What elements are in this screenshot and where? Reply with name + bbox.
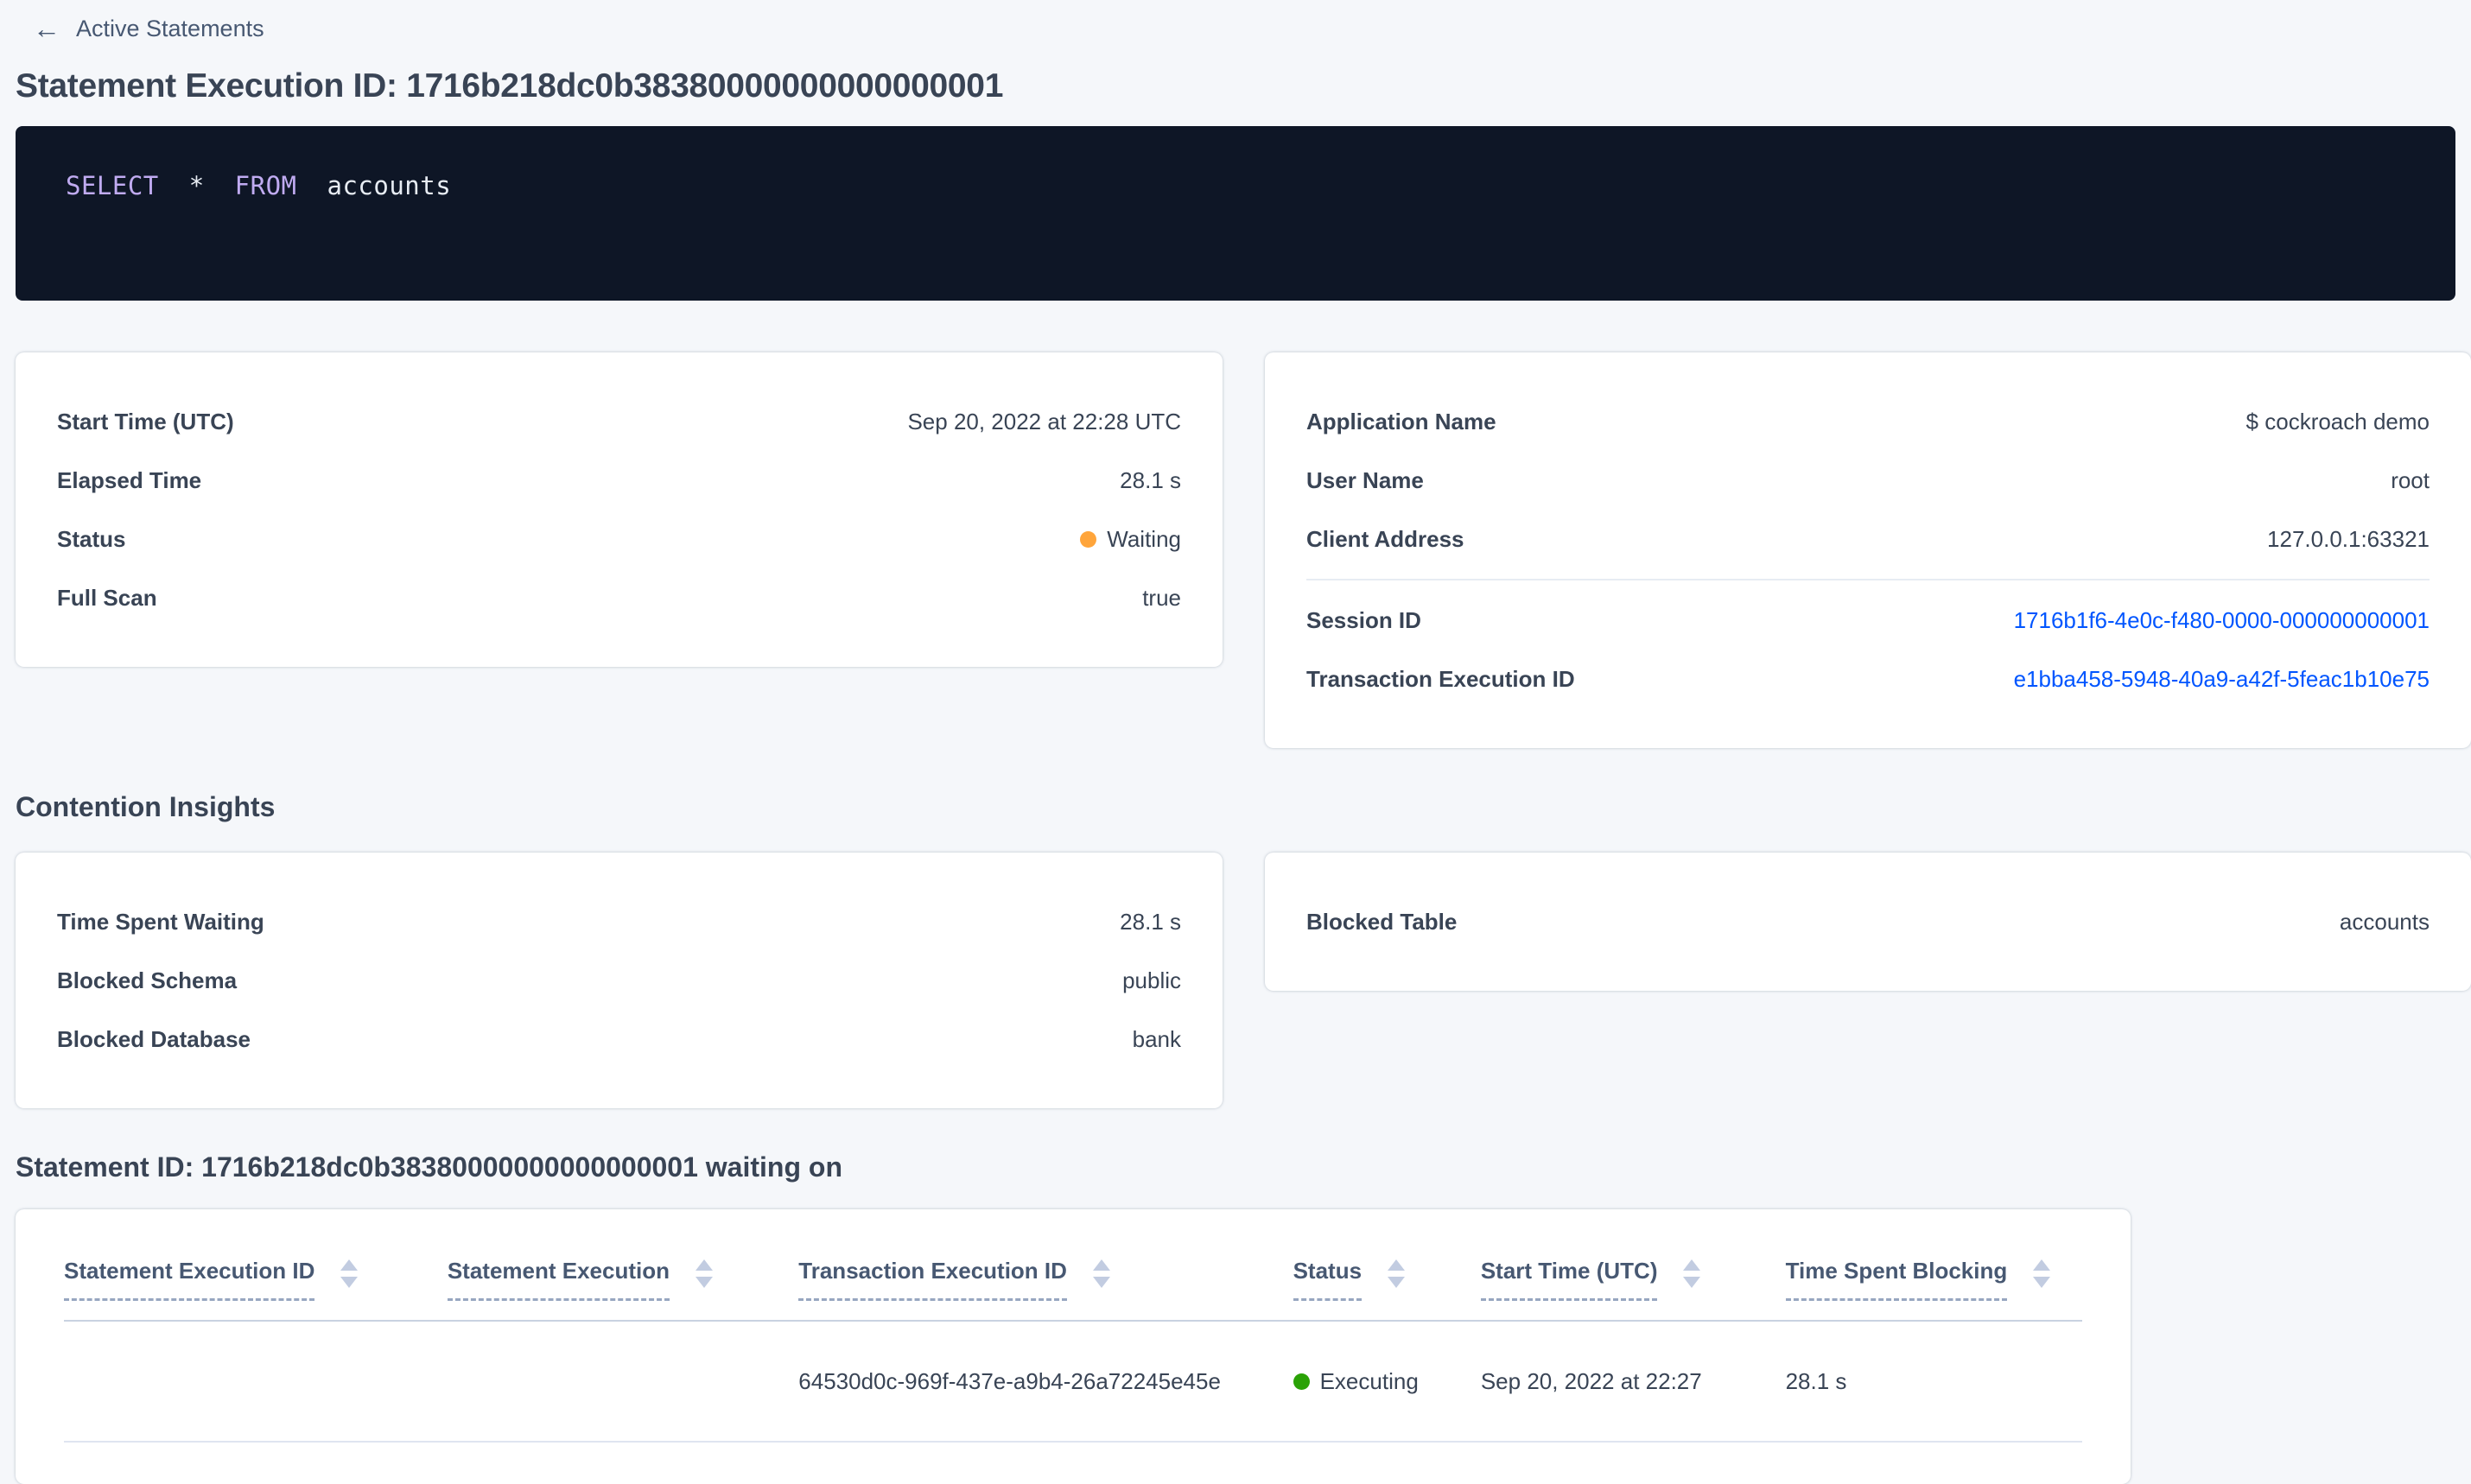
execution-details-card: Start Time (UTC) Sep 20, 2022 at 22:28 U… bbox=[16, 352, 1223, 667]
session-id-row: Session ID 1716b1f6-4e0c-f480-0000-00000… bbox=[1306, 591, 2430, 650]
column-header-start-time[interactable]: Start Time (UTC) bbox=[1480, 1221, 1786, 1322]
column-header-label: Transaction Execution ID bbox=[798, 1258, 1067, 1301]
sort-icon[interactable] bbox=[1388, 1259, 1406, 1288]
transaction-execution-id-row: Transaction Execution ID e1bba458-5948-4… bbox=[1306, 650, 2430, 708]
client-address-label: Client Address bbox=[1306, 525, 1464, 552]
column-header-label: Statement Execution ID bbox=[64, 1258, 315, 1301]
column-header-status[interactable]: Status bbox=[1293, 1221, 1481, 1322]
back-to-active-statements-link[interactable]: ← Active Statements bbox=[33, 9, 264, 48]
cell-statement-execution-id bbox=[64, 1321, 448, 1443]
transaction-execution-id-label: Transaction Execution ID bbox=[1306, 665, 1575, 692]
contention-insights-heading: Contention Insights bbox=[16, 791, 276, 822]
start-time-value: Sep 20, 2022 at 22:28 UTC bbox=[907, 408, 1181, 434]
breadcrumb-label: Active Statements bbox=[76, 15, 264, 41]
blocked-schema-value: public bbox=[1122, 967, 1181, 993]
full-scan-label: Full Scan bbox=[57, 584, 157, 611]
column-header-transaction-execution-id[interactable]: Transaction Execution ID bbox=[798, 1221, 1293, 1322]
transaction-execution-id-link[interactable]: e1bba458-5948-40a9-a42f-5feac1b10e75 bbox=[2014, 666, 2430, 693]
user-name-value: root bbox=[2391, 466, 2430, 493]
time-spent-waiting-label: Time Spent Waiting bbox=[57, 908, 264, 935]
elapsed-time-row: Elapsed Time 28.1 s bbox=[57, 451, 1181, 510]
user-name-row: User Name root bbox=[1306, 451, 2430, 510]
sql-keyword-from: FROM bbox=[234, 171, 297, 200]
blocked-table-value: accounts bbox=[2339, 908, 2430, 935]
session-details-card: Application Name $ cockroach demo User N… bbox=[1265, 352, 2471, 748]
full-scan-value: true bbox=[1142, 584, 1181, 611]
column-header-statement-execution-id[interactable]: Statement Execution ID bbox=[64, 1221, 448, 1322]
sort-icon[interactable] bbox=[696, 1259, 713, 1288]
summary-cards-row: Start Time (UTC) Sep 20, 2022 at 22:28 U… bbox=[16, 352, 2471, 748]
time-spent-waiting-row: Time Spent Waiting 28.1 s bbox=[57, 892, 1181, 951]
blocked-table-card: Blocked Table accounts bbox=[1265, 853, 2471, 991]
blocked-table-label: Blocked Table bbox=[1306, 908, 1458, 935]
application-name-value: $ cockroach demo bbox=[2245, 408, 2430, 434]
client-address-value: 127.0.0.1:63321 bbox=[2267, 525, 2430, 552]
blocked-schema-row: Blocked Schema public bbox=[57, 951, 1181, 1010]
table-row: 64530d0c-969f-437e-a9b4-26a72245e45e Exe… bbox=[64, 1321, 2082, 1443]
blocked-database-label: Blocked Database bbox=[57, 1025, 251, 1052]
cell-time-spent-blocking: 28.1 s bbox=[1785, 1321, 2082, 1443]
full-scan-row: Full Scan true bbox=[57, 568, 1181, 627]
blocked-table-row: Blocked Table accounts bbox=[1306, 892, 2430, 951]
executing-status-dot-icon bbox=[1293, 1373, 1310, 1390]
contention-waiting-card: Time Spent Waiting 28.1 s Blocked Schema… bbox=[16, 853, 1223, 1108]
session-id-label: Session ID bbox=[1306, 606, 1421, 633]
waiting-on-heading: Statement ID: 1716b218dc0b38380000000000… bbox=[16, 1151, 842, 1183]
sql-table-name: accounts bbox=[327, 171, 452, 200]
cell-transaction-execution-id: 64530d0c-969f-437e-a9b4-26a72245e45e bbox=[798, 1321, 1293, 1443]
page-title: Statement Execution ID: 1716b218dc0b3838… bbox=[16, 67, 1004, 105]
waiting-on-table-card: Statement Execution ID Statement Executi… bbox=[16, 1209, 2131, 1484]
statement-execution-details-page: ← Active Statements Statement Execution … bbox=[0, 0, 2471, 1484]
column-header-label: Statement Execution bbox=[447, 1258, 670, 1301]
column-header-time-spent-blocking[interactable]: Time Spent Blocking bbox=[1785, 1221, 2082, 1322]
card-divider bbox=[1306, 579, 2430, 580]
user-name-label: User Name bbox=[1306, 466, 1424, 493]
cell-status-text: Executing bbox=[1319, 1367, 1419, 1394]
sql-statement-box: SELECT * FROM accounts bbox=[16, 126, 2455, 301]
application-name-row: Application Name $ cockroach demo bbox=[1306, 392, 2430, 451]
start-time-label: Start Time (UTC) bbox=[57, 408, 234, 434]
sql-star: * bbox=[188, 171, 205, 200]
start-time-row: Start Time (UTC) Sep 20, 2022 at 22:28 U… bbox=[57, 392, 1181, 451]
waiting-status-dot-icon bbox=[1080, 530, 1097, 548]
elapsed-time-value: 28.1 s bbox=[1120, 466, 1181, 493]
time-spent-waiting-value: 28.1 s bbox=[1120, 908, 1181, 935]
cell-start-time: Sep 20, 2022 at 22:27 bbox=[1480, 1321, 1786, 1443]
blocked-database-row: Blocked Database bank bbox=[57, 1010, 1181, 1069]
column-header-label: Start Time (UTC) bbox=[1480, 1258, 1658, 1301]
sort-icon[interactable] bbox=[1683, 1259, 1701, 1288]
session-id-link[interactable]: 1716b1f6-4e0c-f480-0000-000000000001 bbox=[2014, 607, 2430, 634]
contention-cards-row: Time Spent Waiting 28.1 s Blocked Schema… bbox=[16, 853, 2471, 1108]
elapsed-time-label: Elapsed Time bbox=[57, 466, 202, 493]
cell-statement-execution bbox=[447, 1321, 799, 1443]
column-header-label: Time Spent Blocking bbox=[1785, 1258, 2008, 1301]
application-name-label: Application Name bbox=[1306, 408, 1496, 434]
table-header-row: Statement Execution ID Statement Executi… bbox=[64, 1221, 2082, 1322]
sort-icon[interactable] bbox=[1092, 1259, 1110, 1288]
sort-icon[interactable] bbox=[340, 1259, 359, 1288]
status-value: Waiting bbox=[1080, 526, 1181, 553]
client-address-row: Client Address 127.0.0.1:63321 bbox=[1306, 510, 2430, 568]
status-label: Status bbox=[57, 525, 126, 552]
blocked-schema-label: Blocked Schema bbox=[57, 967, 238, 993]
cell-status: Executing bbox=[1293, 1321, 1481, 1443]
status-row: Status Waiting bbox=[57, 510, 1181, 568]
sort-icon[interactable] bbox=[2033, 1259, 2051, 1288]
column-header-label: Status bbox=[1293, 1258, 1363, 1301]
waiting-on-table: Statement Execution ID Statement Executi… bbox=[64, 1221, 2082, 1443]
column-header-statement-execution[interactable]: Statement Execution bbox=[447, 1221, 799, 1322]
sql-keyword-select: SELECT bbox=[66, 171, 159, 200]
back-arrow-icon[interactable]: ← bbox=[33, 15, 60, 42]
status-text: Waiting bbox=[1107, 525, 1181, 552]
blocked-database-value: bank bbox=[1132, 1025, 1181, 1052]
